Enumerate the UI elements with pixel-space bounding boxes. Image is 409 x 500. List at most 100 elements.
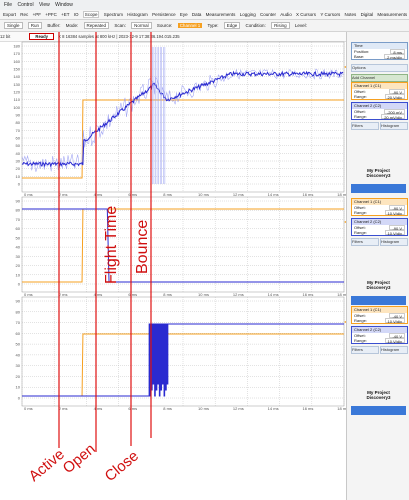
p3-channel1-settings[interactable]: Channel 1 (C1) Offset: -40 V Range: 10 V/d… [351,306,408,324]
x-tick-label: 10 ms [198,192,209,197]
p2-ch1-range-field[interactable]: 10 V/div [384,210,405,216]
p1-channel1-settings[interactable]: Channel 1 (C1) Offset: -90 V Range: 20 V/d… [351,82,408,100]
y-tick-label: 10 [16,174,21,179]
time-settings: Time Position: 8 ms Base: 2 ms/div [351,42,408,60]
y-tick-label: 30 [16,159,21,164]
p1-channel2-settings[interactable]: Channel 2 (C2) Offset: -200 mV Range: 20 m… [351,102,408,120]
panel1-plot: 1801701601501401301201101009080706050403… [13,41,348,197]
y-tick-label: 80 [16,208,21,213]
y-tick-label: 50 [16,235,21,240]
y-tick-label: 70 [16,128,21,133]
p1-ch1-range-label: Range: [354,94,367,99]
p2-ch1-range-label: Range: [354,210,367,215]
y-tick-label: 20 [16,263,21,268]
x-tick-label: 16 ms [302,292,313,297]
x-tick-label: 4 ms [94,292,103,297]
y-tick-label: 110 [14,97,21,102]
p3-ch1-range-label: Range: [354,318,367,323]
p3-channel2-settings[interactable]: Channel 2 (C2) Offset: -40 V Range: 10 V/d… [351,326,408,344]
x-tick-label: 10 ms [198,406,209,411]
y-tick-label: 70 [16,320,21,325]
p1-histograms-button[interactable]: Histogram [380,122,408,130]
p2-project-label: My Project Discovery3 [366,280,391,290]
y-tick-label: 40 [16,245,21,250]
x-tick-label: 0 ms [24,192,33,197]
x-tick-label: 12 ms [233,192,244,197]
y-tick-label: 20 [16,374,21,379]
p2-project-bar [351,296,406,305]
x-tick-label: 6 ms [128,406,137,411]
y-tick-label: 10 [16,272,21,277]
y-tick-label: 150 [13,67,20,72]
y-tick-label: 70 [16,217,21,222]
x-tick-label: 14 ms [268,292,279,297]
y-tick-label: 0 [18,282,21,287]
p3-project-bar [351,406,406,415]
p1-project-bar [351,184,406,193]
x-tick-label: 16 ms [302,406,313,411]
options-button[interactable]: Options [351,64,408,72]
p2-channel2-settings[interactable]: Channel 2 (C2) Offset: -90 V Range: 10 V/d… [351,218,408,236]
x-tick-label: 8 ms [163,406,172,411]
x-tick-label: 10 ms [198,292,209,297]
y-tick-label: 60 [16,331,21,336]
x-tick-label: 4 ms [94,406,103,411]
y-tick-label: 10 [16,385,21,390]
p2-filters-button[interactable]: Filters [351,238,379,246]
x-tick-label: 16 ms [302,192,313,197]
p2-ch2-range-label: Range: [354,230,367,235]
x-tick-label: 4 ms [94,192,103,197]
y-tick-label: 50 [16,342,21,347]
x-tick-label: 6 ms [128,292,137,297]
y-tick-label: 160 [13,59,20,64]
p1-filters-button[interactable]: Filters [351,122,379,130]
add-channel-button[interactable]: Add Channel [351,74,408,82]
x-tick-label: 2 ms [59,292,68,297]
x-tick-label: 8 ms [163,292,172,297]
y-tick-label: 20 [16,166,21,171]
p3-ch1-range-field[interactable]: 10 V/div [384,318,405,324]
p2-ch2-range-field[interactable]: 10 V/div [384,230,405,236]
base-field[interactable]: 2 ms/div [384,54,405,60]
x-tick-label: 12 ms [233,406,244,411]
bounce-annotation: Bounce [134,220,151,274]
p1-project-label: My Project Discovery3 [366,168,391,178]
x-tick-label: 6 ms [128,192,137,197]
x-tick-label: 14 ms [268,192,279,197]
y-tick-label: 180 [13,44,20,49]
flight-time-annotation: Flight Time [103,206,120,284]
p1-ch2-range-field[interactable]: 20 mV/div [381,114,405,120]
p3-ch2-range-label: Range: [354,338,367,343]
p2-channel1-settings[interactable]: Channel 1 (C1) Offset: -90 V Range: 10 V/d… [351,198,408,216]
y-tick-label: 90 [16,199,21,204]
p2-histograms-button[interactable]: Histogram [380,238,408,246]
open-annotation: Open [60,440,99,477]
y-tick-label: 60 [16,136,21,141]
p1-ch1-range-field[interactable]: 20 V/div [384,94,405,100]
base-label: Base: [354,54,365,59]
y-tick-label: 90 [16,113,21,118]
p3-histograms-button[interactable]: Histogram [380,346,408,354]
close-annotation: Close [102,447,142,485]
y-tick-label: 130 [13,82,20,87]
y-tick-label: 30 [16,363,21,368]
y-tick-label: 140 [13,74,20,79]
p3-ch2-range-field[interactable]: 10 V/div [384,338,405,344]
p3-filters-button[interactable]: Filters [351,346,379,354]
x-tick-label: 2 ms [59,192,68,197]
y-tick-label: 50 [16,143,21,148]
p3-project-label: My Project Discovery3 [366,390,391,400]
x-tick-label: 12 ms [233,292,244,297]
y-tick-label: 30 [16,254,21,259]
x-tick-label: 14 ms [268,406,279,411]
y-tick-label: 120 [13,90,20,95]
y-tick-label: 90 [16,299,21,304]
y-tick-label: 40 [16,151,21,156]
panel3-plot: 90 80 70 60 50 40 30 20 10 00 ms 2 ms 4 ms 6 ms 8 ms 1… [16,296,348,411]
p1-ch2-range-label: Range: [354,114,367,119]
x-tick-label: 8 ms [163,192,172,197]
y-tick-label: 80 [16,120,21,125]
y-tick-label: 60 [16,226,21,231]
settings-sidebar: Time Position: 8 ms Base: 2 ms/div Options… [346,32,409,500]
x-tick-label: 0 ms [24,292,33,297]
